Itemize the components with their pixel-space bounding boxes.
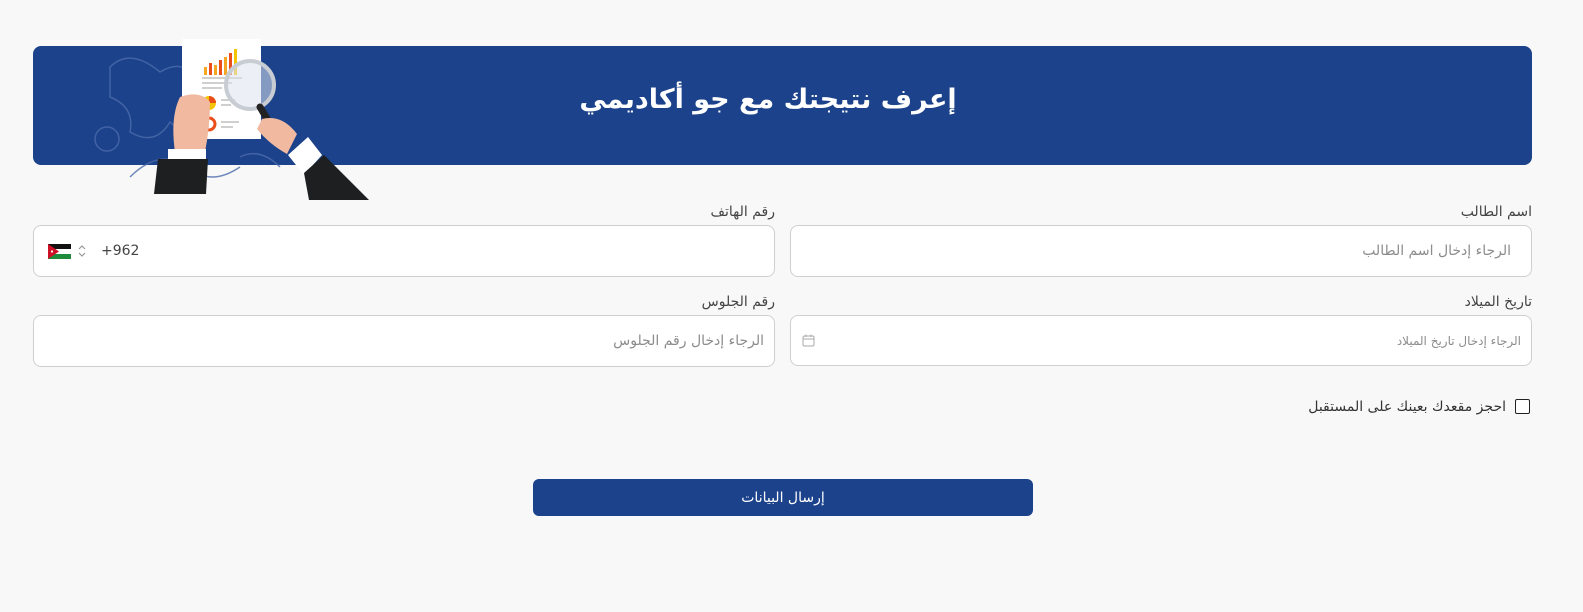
reserve-seat-checkbox[interactable]	[1515, 399, 1530, 414]
student-name-label: اسم الطالب	[1460, 204, 1532, 220]
student-name-input[interactable]	[805, 226, 1511, 276]
reserve-seat-label: احجز مقعدك بعينك على المستقبل	[1308, 399, 1506, 415]
birth-date-label: تاريخ الميلاد	[1464, 294, 1532, 310]
chevron-up-down-icon[interactable]	[77, 243, 87, 259]
phone-input[interactable]	[154, 226, 754, 276]
page-title: إعرف نتيجتك مع جو أكاديمي	[579, 84, 957, 115]
seat-number-field[interactable]	[33, 315, 775, 367]
birth-date-input[interactable]	[831, 316, 1521, 365]
submit-button[interactable]: إرسال البيانات	[533, 479, 1033, 516]
seat-number-label: رقم الجلوس	[701, 294, 775, 310]
phone-label: رقم الهاتف	[710, 204, 775, 220]
calendar-icon[interactable]	[802, 334, 815, 347]
birth-date-field[interactable]	[790, 315, 1532, 366]
country-code: +962	[101, 243, 140, 259]
jordan-flag-icon[interactable]	[48, 244, 71, 259]
seat-number-input[interactable]	[48, 316, 764, 366]
student-name-field[interactable]	[790, 225, 1532, 277]
phone-field[interactable]: +962	[33, 225, 775, 277]
hero-banner: إعرف نتيجتك مع جو أكاديمي	[33, 39, 1532, 200]
